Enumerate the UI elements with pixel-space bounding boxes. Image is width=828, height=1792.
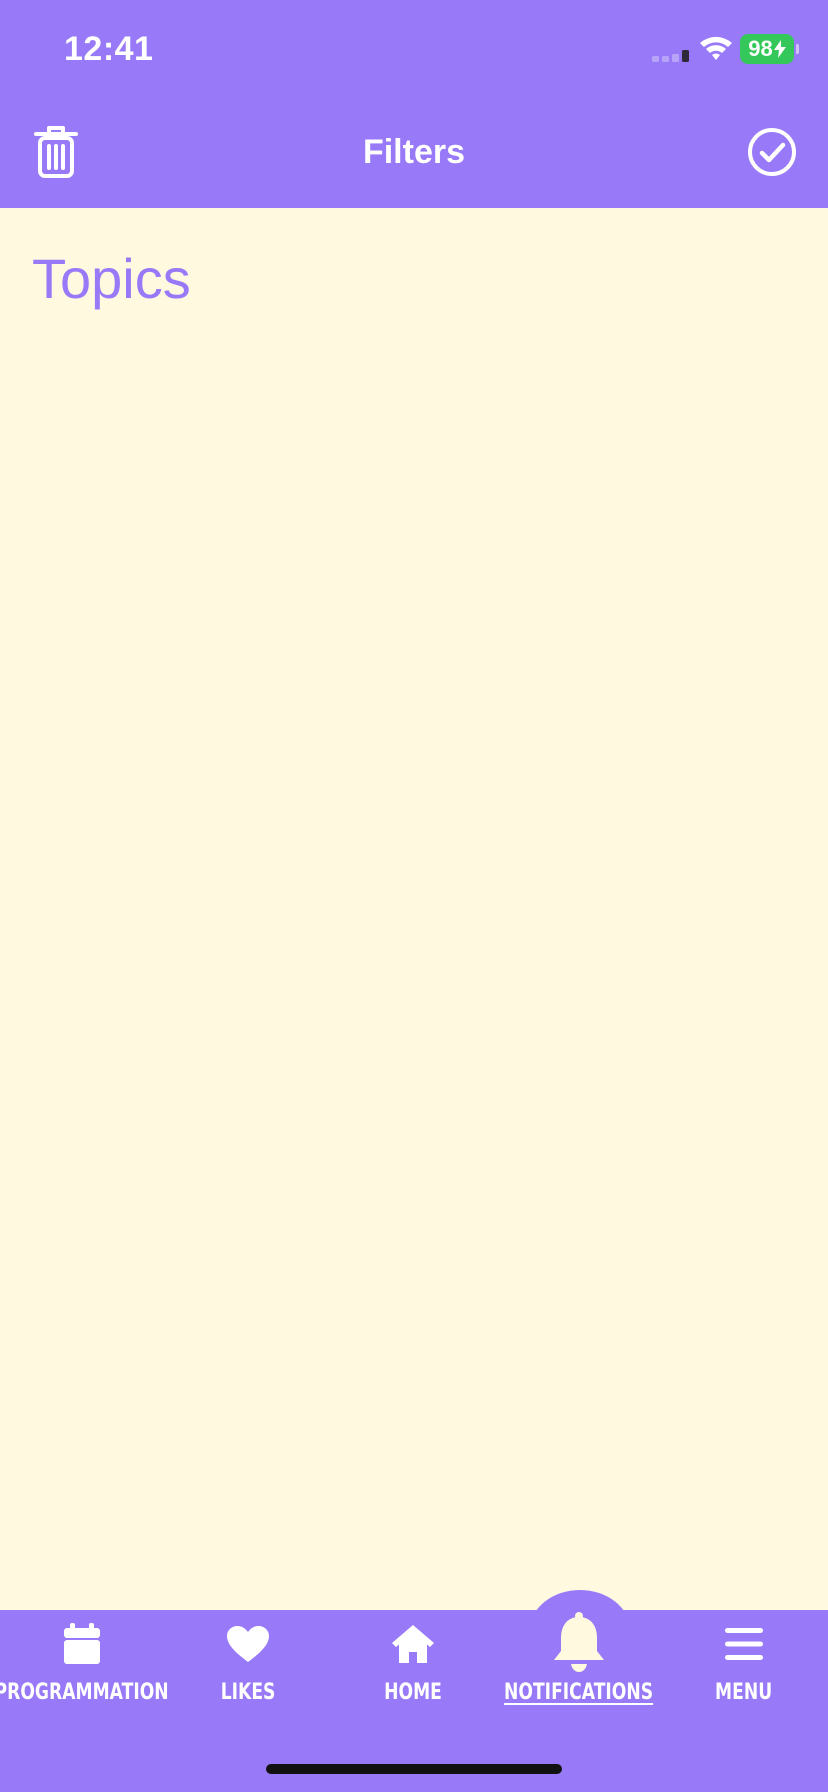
tab-label: PROGRAMMATION xyxy=(0,1680,170,1705)
battery-level: 98 xyxy=(748,36,773,61)
tab-home[interactable]: HOME xyxy=(333,1620,493,1720)
battery-indicator: 98 xyxy=(740,34,799,64)
check-circle-icon xyxy=(748,128,796,176)
tab-programmation[interactable]: PROGRAMMATION xyxy=(0,1620,169,1720)
apply-filters-button[interactable] xyxy=(744,124,800,180)
header: Filters xyxy=(0,96,828,208)
home-icon xyxy=(392,1625,434,1663)
topics-heading: Topics xyxy=(32,247,191,310)
home-indicator[interactable] xyxy=(266,1764,562,1774)
tab-label: MENU xyxy=(715,1680,773,1705)
calendar-icon xyxy=(64,1623,100,1664)
tab-label: LIKES xyxy=(220,1680,276,1705)
trash-icon xyxy=(34,126,78,178)
status-bar: 12:41 98 xyxy=(0,0,828,96)
clear-filters-button[interactable] xyxy=(28,124,84,180)
hamburger-menu-icon xyxy=(725,1628,763,1660)
charging-bolt-icon xyxy=(773,40,786,58)
status-time: 12:41 xyxy=(64,30,154,68)
page-title: Filters xyxy=(362,132,466,171)
tab-label: HOME xyxy=(384,1680,442,1705)
wifi-icon xyxy=(700,36,732,60)
bell-icon xyxy=(554,1612,604,1672)
tab-notifications[interactable]: NOTIFICATIONS xyxy=(499,1612,659,1712)
cellular-signal-icon xyxy=(652,50,689,62)
tab-likes[interactable]: LIKES xyxy=(168,1620,328,1720)
heart-icon xyxy=(227,1626,269,1662)
filters-content: Topics xyxy=(0,208,828,1610)
tab-menu[interactable]: MENU xyxy=(664,1620,824,1720)
tab-label: NOTIFICATIONS xyxy=(504,1680,654,1705)
